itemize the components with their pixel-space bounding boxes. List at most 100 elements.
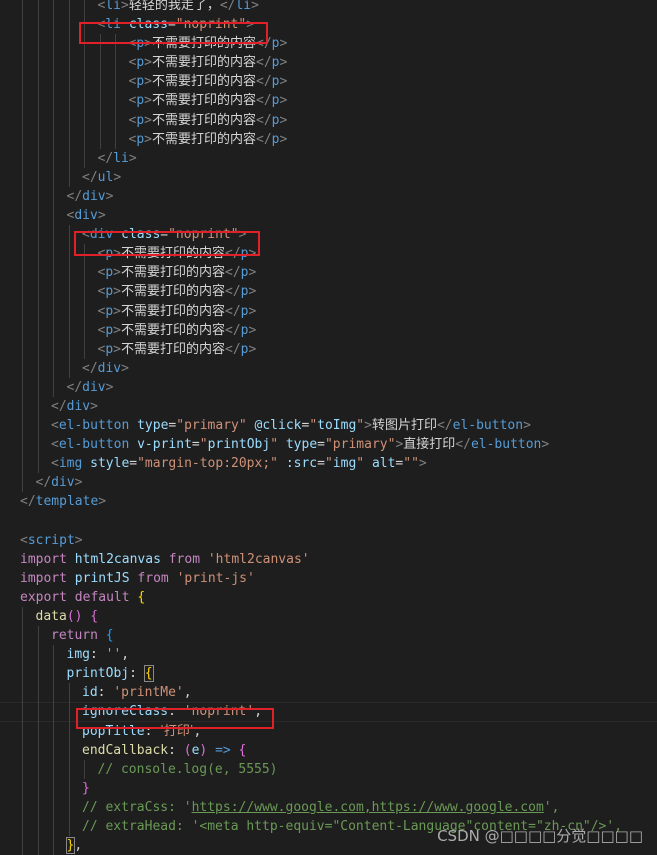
code-line[interactable]: </div> xyxy=(0,473,657,493)
code-token: : xyxy=(89,647,106,663)
code-line[interactable]: <p>不需要打印的内容</p> xyxy=(0,72,657,92)
code-line[interactable]: </template> xyxy=(0,492,657,511)
code-text: // extraCss: 'https://www.google.com,htt… xyxy=(82,798,559,817)
indent-guide xyxy=(37,186,39,207)
indent-guide xyxy=(68,339,70,359)
code-text: <p>不需要打印的内容</p> xyxy=(98,263,257,282)
code-line[interactable]: import printJS from 'print-js' xyxy=(0,569,657,588)
code-line[interactable]: </div> xyxy=(0,358,657,378)
indent-guide xyxy=(22,778,23,798)
code-line[interactable]: <el-button v-print="printObj" type="prim… xyxy=(0,435,657,455)
code-token: { xyxy=(238,742,247,758)
code-line[interactable]: } xyxy=(0,778,657,798)
code-line[interactable]: <li>轻轻的我走了，</li> xyxy=(0,0,657,16)
code-line[interactable]: <p>不需要打印的内容</p> xyxy=(0,129,657,149)
code-line[interactable]: return { xyxy=(0,626,657,646)
code-line[interactable]: <img style="margin-top:20px;" :src="img"… xyxy=(0,454,657,474)
code-text: img: '', xyxy=(67,645,130,664)
code-line[interactable]: printObj: { xyxy=(0,664,657,684)
code-text: <el-button type="primary" @click="toImg"… xyxy=(51,416,531,435)
code-token: toImg xyxy=(317,418,357,434)
code-line[interactable] xyxy=(0,512,657,531)
code-token: = xyxy=(129,456,138,472)
code-line[interactable]: // extraCss: 'https://www.google.com,htt… xyxy=(0,797,657,818)
indent-guide xyxy=(53,34,54,54)
code-line[interactable]: <div> xyxy=(0,206,657,226)
code-token: > xyxy=(113,341,121,357)
indent-guide xyxy=(84,53,85,73)
code-line[interactable]: <p>不需要打印的内容</p> xyxy=(0,263,657,283)
indent-guide xyxy=(99,53,101,73)
code-line[interactable]: <p>不需要打印的内容</p> xyxy=(0,320,657,340)
code-line[interactable]: <p>不需要打印的内容</p> xyxy=(0,301,657,321)
code-token: > xyxy=(279,74,288,90)
code-token: </ xyxy=(256,55,272,71)
code-text: </div> xyxy=(67,378,114,397)
code-token: ul xyxy=(97,169,114,185)
code-line[interactable]: <p>不需要打印的内容</p> xyxy=(0,110,657,130)
code-text: <li>轻轻的我走了，</li> xyxy=(98,0,259,15)
code-line[interactable]: <p>不需要打印的内容</p> xyxy=(0,339,657,359)
code-token: } xyxy=(82,780,90,796)
code-token: 'print-js' xyxy=(176,570,255,586)
indent-guide xyxy=(37,53,39,73)
code-token: </ xyxy=(455,437,471,453)
code-line[interactable]: <p>不需要打印的内容</p> xyxy=(0,282,657,302)
code-line[interactable]: export default { xyxy=(0,588,657,607)
indent-guide xyxy=(84,0,85,16)
code-text: <script> xyxy=(20,531,83,550)
indent-guide xyxy=(37,836,39,855)
code-token: " xyxy=(356,418,365,434)
code-token: div xyxy=(74,208,98,224)
code-line[interactable]: </div> xyxy=(0,396,657,417)
indent-guide xyxy=(22,702,23,722)
code-line[interactable]: img: '', xyxy=(0,645,657,665)
code-line[interactable]: id: 'printMe', xyxy=(0,683,657,703)
indent-guide xyxy=(22,15,23,35)
indent-guide xyxy=(22,607,23,627)
code-line[interactable]: // console.log(e, 5555) xyxy=(0,759,657,779)
indent-guide xyxy=(37,301,39,321)
code-token: > xyxy=(248,341,257,357)
code-token: 不需要打印的内容 xyxy=(151,74,256,90)
indent-guide xyxy=(53,244,54,264)
code-line[interactable]: endCallback: (e) => { xyxy=(0,740,657,760)
code-text: data() { xyxy=(36,607,99,626)
indent-guide xyxy=(37,244,39,264)
code-text: export default { xyxy=(20,588,145,607)
code-text: <p>不需要打印的内容</p> xyxy=(98,302,257,321)
code-text: <p>不需要打印的内容</p> xyxy=(98,282,257,301)
code-token: 转图片打印 xyxy=(371,418,437,434)
indent-guide xyxy=(53,148,54,168)
indent-guide xyxy=(22,301,23,321)
code-token: </ xyxy=(82,169,98,185)
code-line[interactable]: import html2canvas from 'html2canvas' xyxy=(0,550,657,569)
code-token: type xyxy=(285,437,318,453)
code-line[interactable]: </div> xyxy=(0,186,657,207)
indent-guide xyxy=(53,358,54,378)
code-token: { xyxy=(143,665,154,683)
code-line[interactable]: data() { xyxy=(0,607,657,627)
code-token: > xyxy=(248,322,257,338)
code-line[interactable]: <p>不需要打印的内容</p> xyxy=(0,53,657,73)
code-line[interactable]: </div> xyxy=(0,377,657,397)
code-line[interactable]: <p>不需要打印的内容</p> xyxy=(0,91,657,111)
code-line[interactable]: <el-button type="primary" @click="toImg"… xyxy=(0,416,657,436)
code-token: </ xyxy=(225,341,241,357)
code-token: printObj xyxy=(66,666,130,682)
indent-guide xyxy=(53,167,54,187)
indent-guide xyxy=(22,53,23,73)
code-text: </div> xyxy=(67,187,114,206)
code-line[interactable]: </ul> xyxy=(0,167,657,187)
code-token: > xyxy=(113,265,121,281)
code-token: 不需要打印的内容 xyxy=(151,93,256,109)
code-line[interactable]: <script> xyxy=(0,531,657,550)
code-token: " xyxy=(324,456,333,472)
indent-guide xyxy=(68,358,70,378)
code-token: ( xyxy=(183,742,192,758)
code-line[interactable]: </li> xyxy=(0,148,657,168)
code-token: img xyxy=(58,456,83,472)
code-token: > xyxy=(74,475,83,491)
indent-guide xyxy=(84,301,85,321)
